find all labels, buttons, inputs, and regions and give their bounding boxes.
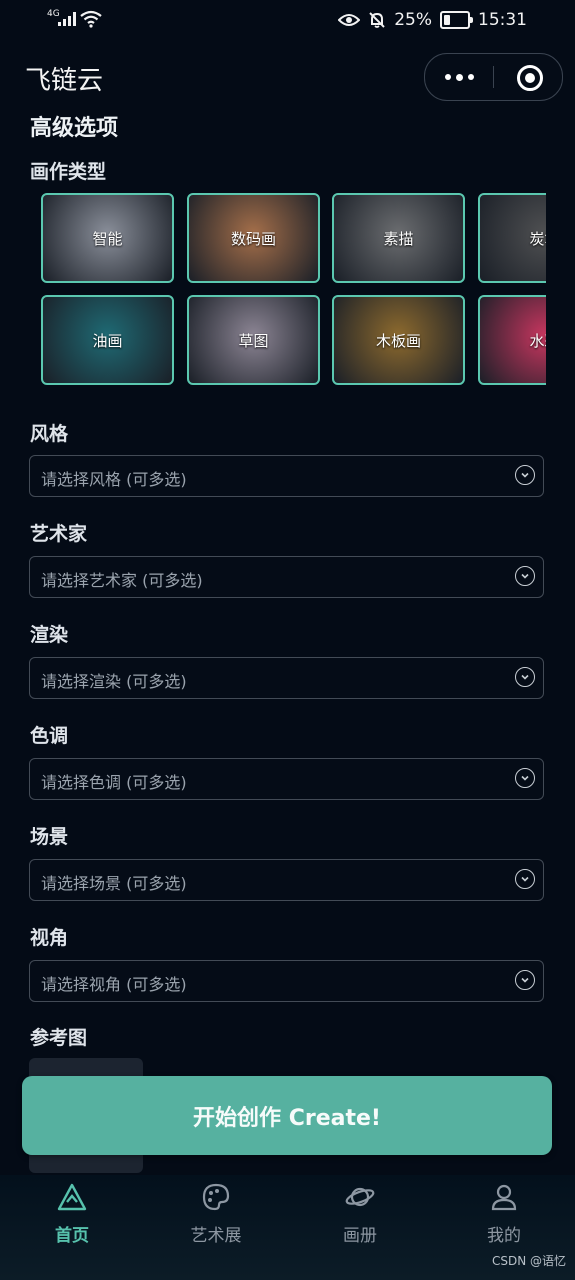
battery-percent: 25% <box>394 10 432 30</box>
view-label: 视角 <box>30 927 69 949</box>
view-placeholder: 请选择视角 (可多选) <box>41 975 187 994</box>
planet-icon <box>345 1187 375 1207</box>
chevron-down-icon <box>515 465 535 485</box>
type-tile-label: 数码画 <box>230 229 276 248</box>
tab-home[interactable]: 首页 <box>0 1175 144 1280</box>
tab-art-exhibition[interactable]: 艺术展 <box>144 1175 288 1280</box>
artist-placeholder: 请选择艺术家 (可多选) <box>41 571 203 590</box>
close-target-button[interactable] <box>517 65 543 91</box>
type-tile-draft[interactable]: 草图 <box>187 295 320 385</box>
type-tile-label: 智能 <box>92 229 123 248</box>
painting-type-label: 画作类型 <box>30 161 107 183</box>
mini-program-capsule <box>424 53 563 101</box>
scene-select[interactable]: 请选择场景 (可多选) <box>29 859 544 901</box>
tab-label: 首页 <box>55 1226 89 1246</box>
artist-label: 艺术家 <box>30 523 88 545</box>
tab-album[interactable]: 画册 <box>288 1175 432 1280</box>
reference-label: 参考图 <box>30 1027 88 1049</box>
render-placeholder: 请选择渲染 (可多选) <box>41 672 187 691</box>
type-tile-watercolor[interactable]: 水彩 <box>478 295 546 385</box>
tone-label: 色调 <box>30 725 69 747</box>
mute-bell-icon <box>369 12 385 28</box>
artist-select[interactable]: 请选择艺术家 (可多选) <box>29 556 544 598</box>
chevron-down-icon <box>515 566 535 586</box>
view-select[interactable]: 请选择视角 (可多选) <box>29 960 544 1002</box>
tone-select[interactable]: 请选择色调 (可多选) <box>29 758 544 800</box>
home-icon <box>57 1183 87 1211</box>
tab-label: 画册 <box>343 1226 377 1246</box>
type-tile-label: 水彩 <box>529 331 546 350</box>
watermark: CSDN @语忆 <box>492 1254 567 1268</box>
palette-icon <box>202 1183 230 1211</box>
render-select[interactable]: 请选择渲染 (可多选) <box>29 657 544 699</box>
app-title: 飞链云 <box>25 66 104 96</box>
scene-label: 场景 <box>30 826 69 848</box>
type-tile-label: 木板画 <box>375 331 421 350</box>
status-right: 25% 15:31 <box>338 10 527 30</box>
scene-placeholder: 请选择场景 (可多选) <box>41 874 187 893</box>
type-tile-charcoal[interactable]: 炭笔 <box>478 193 546 283</box>
tab-bar: 首页 艺术展 画册 我的 <box>0 1175 575 1280</box>
style-label: 风格 <box>30 423 69 445</box>
tone-placeholder: 请选择色调 (可多选) <box>41 773 187 792</box>
chevron-down-icon <box>515 970 535 990</box>
tab-label: 我的 <box>487 1226 521 1246</box>
more-menu-button[interactable] <box>425 54 493 100</box>
wifi-icon <box>80 10 102 28</box>
type-tile-label: 油画 <box>92 331 123 350</box>
type-tile-woodcut[interactable]: 木板画 <box>332 295 465 385</box>
tab-label: 艺术展 <box>190 1226 242 1246</box>
style-select[interactable]: 请选择风格 (可多选) <box>29 455 544 497</box>
eye-icon <box>338 14 361 26</box>
type-tile-label: 素描 <box>383 229 414 248</box>
type-tile-oil[interactable]: 油画 <box>41 295 174 385</box>
type-tile-label: 草图 <box>238 331 269 350</box>
battery-icon <box>440 11 473 29</box>
type-tile-label: 炭笔 <box>529 229 546 248</box>
type-tile-sketch[interactable]: 素描 <box>332 193 465 283</box>
status-bar: 4G 25% 15:31 <box>0 0 575 42</box>
render-label: 渲染 <box>30 624 69 646</box>
signal-icon <box>58 12 76 26</box>
capsule-divider <box>493 66 494 88</box>
section-title: 高级选项 <box>30 116 119 141</box>
painting-type-grid: 智能 数码画 素描 炭笔 油画 草图 木板画 水彩 <box>41 193 546 385</box>
create-button[interactable]: 开始创作 Create! <box>22 1076 552 1155</box>
user-icon <box>491 1184 517 1211</box>
chevron-down-icon <box>515 667 535 687</box>
style-placeholder: 请选择风格 (可多选) <box>41 470 187 489</box>
type-tile-smart[interactable]: 智能 <box>41 193 174 283</box>
type-tile-digital[interactable]: 数码画 <box>187 193 320 283</box>
clock: 15:31 <box>478 10 527 30</box>
chevron-down-icon <box>515 768 535 788</box>
chevron-down-icon <box>515 869 535 889</box>
